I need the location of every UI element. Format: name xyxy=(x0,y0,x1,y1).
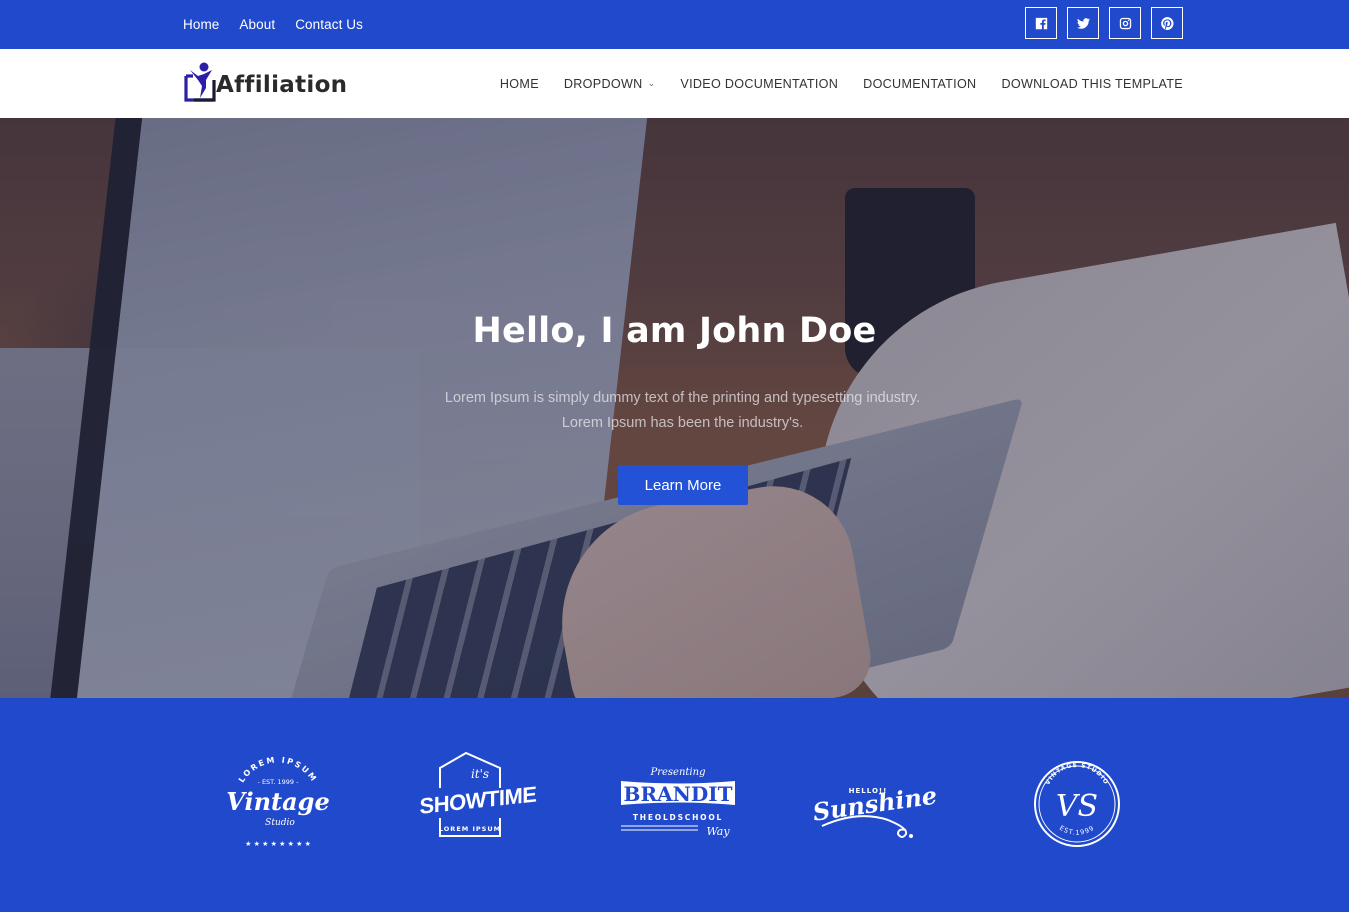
main-menu: HOME DROPDOWN ⌄ VIDEO DOCUMENTATION DOCU… xyxy=(475,49,1183,118)
pinterest-button[interactable] xyxy=(1151,7,1183,39)
brand-logo-vs-vintage-studio: VINTAGE STUDIO VS EST.1999 xyxy=(1018,748,1138,858)
hero-section: Hello, I am John Doe Lorem Ipsum is simp… xyxy=(0,118,1349,698)
brand-sub-text: EST.1999 xyxy=(1058,824,1095,837)
vs-logo-icon: VINTAGE STUDIO VS EST.1999 xyxy=(1034,761,1120,847)
brand-est-text: - EST. 1999 - xyxy=(258,778,300,786)
brand-sub-text: THEOLDSCHOOL xyxy=(633,813,723,822)
brand-logos-section: LOREM IPSUM - EST. 1999 - Vintage Studio… xyxy=(0,698,1349,912)
brand-main-text: BRANDIT xyxy=(624,782,733,806)
affiliation-logo-icon xyxy=(184,62,216,102)
nav-item-label: DOWNLOAD THIS TEMPLATE xyxy=(1001,76,1183,91)
brand-logo-brandit: Presenting BRANDIT THEOLDSCHOOL Way xyxy=(618,748,738,858)
brand-main-text: SHOWTIME xyxy=(420,782,537,819)
brand-main-text: VS xyxy=(1056,789,1098,824)
hero-title: Hello, I am John Doe xyxy=(472,311,877,351)
nav-item-download-template[interactable]: DOWNLOAD THIS TEMPLATE xyxy=(1001,77,1183,91)
site-logo[interactable]: Affiliation xyxy=(184,58,347,106)
brand-tail-text: Way xyxy=(706,825,730,838)
brand-sub-text: Studio xyxy=(265,818,295,828)
nav-item-dropdown[interactable]: DROPDOWN ⌄ xyxy=(564,77,656,91)
nav-item-label: DOCUMENTATION xyxy=(863,76,977,91)
top-link-about[interactable]: About xyxy=(239,17,275,32)
instagram-icon xyxy=(1119,17,1131,29)
nav-item-video-documentation[interactable]: VIDEO DOCUMENTATION xyxy=(680,77,838,91)
nav-item-home[interactable]: HOME xyxy=(500,77,539,91)
vintage-studio-logo-icon: LOREM IPSUM - EST. 1999 - Vintage Studio… xyxy=(226,755,329,848)
learn-more-button[interactable]: Learn More xyxy=(618,465,748,505)
brand-logo-sunshine: HELLO!! Sunshine xyxy=(811,748,939,858)
svg-text:EST.1999: EST.1999 xyxy=(1058,824,1096,837)
brand-logo-vintage-studio: LOREM IPSUM - EST. 1999 - Vintage Studio… xyxy=(218,748,338,858)
top-link-home[interactable]: Home xyxy=(183,17,219,32)
top-bar: Home About Contact Us xyxy=(0,0,1349,49)
hero-subtitle: Lorem Ipsum is simply dummy text of the … xyxy=(444,390,921,431)
brand-top-text: VINTAGE STUDIO xyxy=(1044,762,1108,786)
brand-logo-showtime: it's SHOWTIME LOREM IPSUM xyxy=(418,748,538,858)
main-navbar: Affiliation HOME DROPDOWN ⌄ VIDEO DOCUME… xyxy=(0,49,1349,118)
brand-sub-text: LOREM IPSUM xyxy=(439,825,501,833)
top-links: Home About Contact Us xyxy=(183,0,383,48)
twitter-button[interactable] xyxy=(1067,7,1099,39)
brand-top-text: Presenting xyxy=(650,767,706,778)
logo-text: Affiliation xyxy=(216,72,348,98)
instagram-button[interactable] xyxy=(1109,7,1141,39)
nav-item-label: HOME xyxy=(499,76,539,91)
pinterest-icon xyxy=(1160,16,1173,30)
sunshine-logo-icon: HELLO!! Sunshine xyxy=(811,781,939,838)
brand-stars: ★ ★ ★ ★ ★ ★ ★ ★ xyxy=(245,840,311,848)
nav-item-label: DROPDOWN xyxy=(563,76,643,91)
nav-item-documentation[interactable]: DOCUMENTATION xyxy=(863,77,976,91)
svg-text:VINTAGE STUDIO: VINTAGE STUDIO xyxy=(1044,762,1109,786)
top-link-contact-us[interactable]: Contact Us xyxy=(295,17,363,32)
chevron-down-icon: ⌄ xyxy=(647,78,656,88)
nav-item-label: VIDEO DOCUMENTATION xyxy=(680,76,839,91)
facebook-icon xyxy=(1035,17,1047,29)
social-links xyxy=(1025,7,1183,39)
brand-top-text: it's xyxy=(471,767,489,781)
showtime-logo-icon: it's SHOWTIME LOREM IPSUM xyxy=(420,751,537,837)
twitter-icon xyxy=(1076,17,1090,29)
brandit-logo-icon: Presenting BRANDIT THEOLDSCHOOL Way xyxy=(621,767,735,838)
brand-main-text: Vintage xyxy=(226,787,329,816)
facebook-button[interactable] xyxy=(1025,7,1057,39)
